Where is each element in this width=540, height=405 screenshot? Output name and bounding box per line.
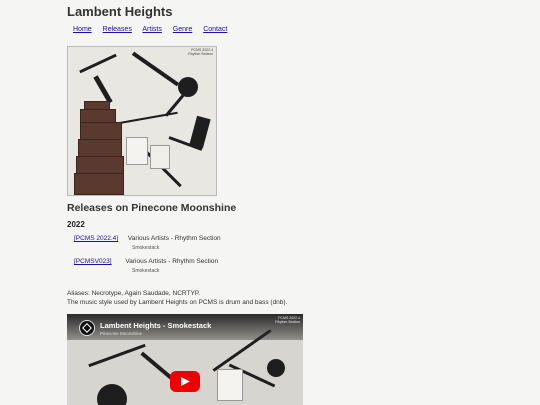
releases-heading: Releases on Pinecone Moonshine xyxy=(67,202,237,214)
video-corner-label: PCMS 2022.4 Rhythm Section xyxy=(275,316,300,324)
channel-logo-icon[interactable] xyxy=(79,320,95,336)
nav-home[interactable]: Home xyxy=(73,26,92,33)
release-track: Smokestack xyxy=(132,268,160,274)
nav-releases[interactable]: Releases xyxy=(103,26,132,33)
release-title: Various Artists - Rhythm Section xyxy=(127,235,221,242)
release-catalog-link[interactable]: [PCMSV023] xyxy=(74,258,112,265)
release-row: [PCMS 2022.4] Various Artists - Rhythm S… xyxy=(74,235,221,251)
music-style-text: The music style used by Lambent Heights … xyxy=(67,299,288,307)
release-title: Various Artists - Rhythm Section xyxy=(125,258,219,265)
album-cover: PCMS 2022.4 Rhythm Section xyxy=(67,46,217,196)
artist-info: Aliases: Necrotype, Again Saudade, NCRTY… xyxy=(67,289,287,308)
nav-contact[interactable]: Contact xyxy=(203,26,227,33)
cover-label: PCMS 2022.4 Rhythm Section xyxy=(188,48,213,56)
nav-genre[interactable]: Genre xyxy=(173,26,192,33)
main-nav: Home Releases Artists Genre Contact xyxy=(73,26,236,33)
release-catalog-link[interactable]: [PCMS 2022.4] xyxy=(74,235,118,242)
nav-artists[interactable]: Artists xyxy=(142,26,161,33)
video-channel: Pinecone Moonshine xyxy=(100,331,143,336)
release-track: Smokestack xyxy=(132,245,160,251)
play-button[interactable] xyxy=(170,371,200,392)
video-embed[interactable]: Lambent Heights - Smokestack Pinecone Mo… xyxy=(67,314,303,405)
video-title[interactable]: Lambent Heights - Smokestack xyxy=(100,321,211,330)
site-title: Lambent Heights xyxy=(67,4,173,19)
release-row: [PCMSV023] Various Artists - Rhythm Sect… xyxy=(74,258,219,274)
aliases-text: Aliases: Necrotype, Again Saudade, NCRTY… xyxy=(67,290,201,297)
play-icon xyxy=(181,377,190,386)
release-year: 2022 xyxy=(67,220,85,229)
